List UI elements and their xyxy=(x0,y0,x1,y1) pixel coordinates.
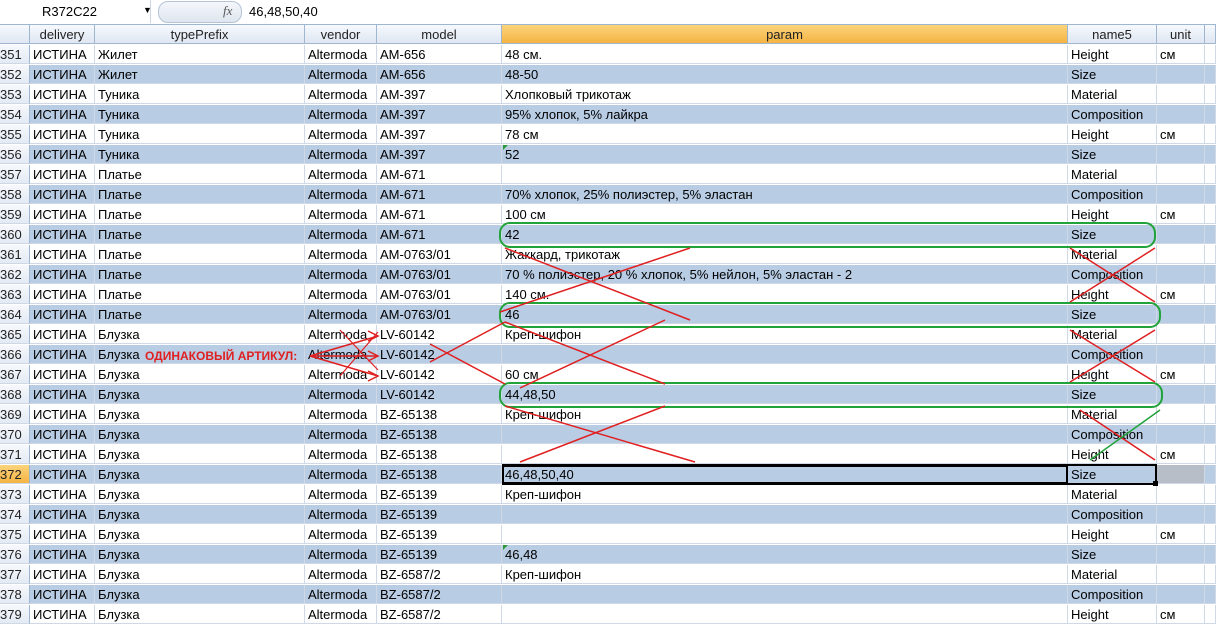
arrow-head-icon xyxy=(367,330,380,342)
arrow-line xyxy=(429,343,506,385)
highlight-oval xyxy=(499,222,1156,248)
highlight-oval xyxy=(499,382,1163,408)
arrow-line xyxy=(429,321,506,363)
strike-line xyxy=(504,405,696,463)
strike-line xyxy=(339,331,379,377)
strike-line xyxy=(519,319,666,389)
strike-line xyxy=(1079,409,1156,461)
strike-line xyxy=(504,247,691,321)
highlight-oval xyxy=(499,302,1161,328)
annotation-label: ОДИНАКОВЫЙ АРТИКУЛ: xyxy=(145,349,298,363)
arrow-head-icon xyxy=(367,370,380,382)
strike-line xyxy=(519,405,666,463)
strike-line xyxy=(339,329,379,371)
strike-line xyxy=(1089,409,1161,461)
annotation-overlay xyxy=(309,222,1163,463)
arrow-line xyxy=(309,335,379,357)
fill-handle[interactable] xyxy=(1153,481,1158,486)
